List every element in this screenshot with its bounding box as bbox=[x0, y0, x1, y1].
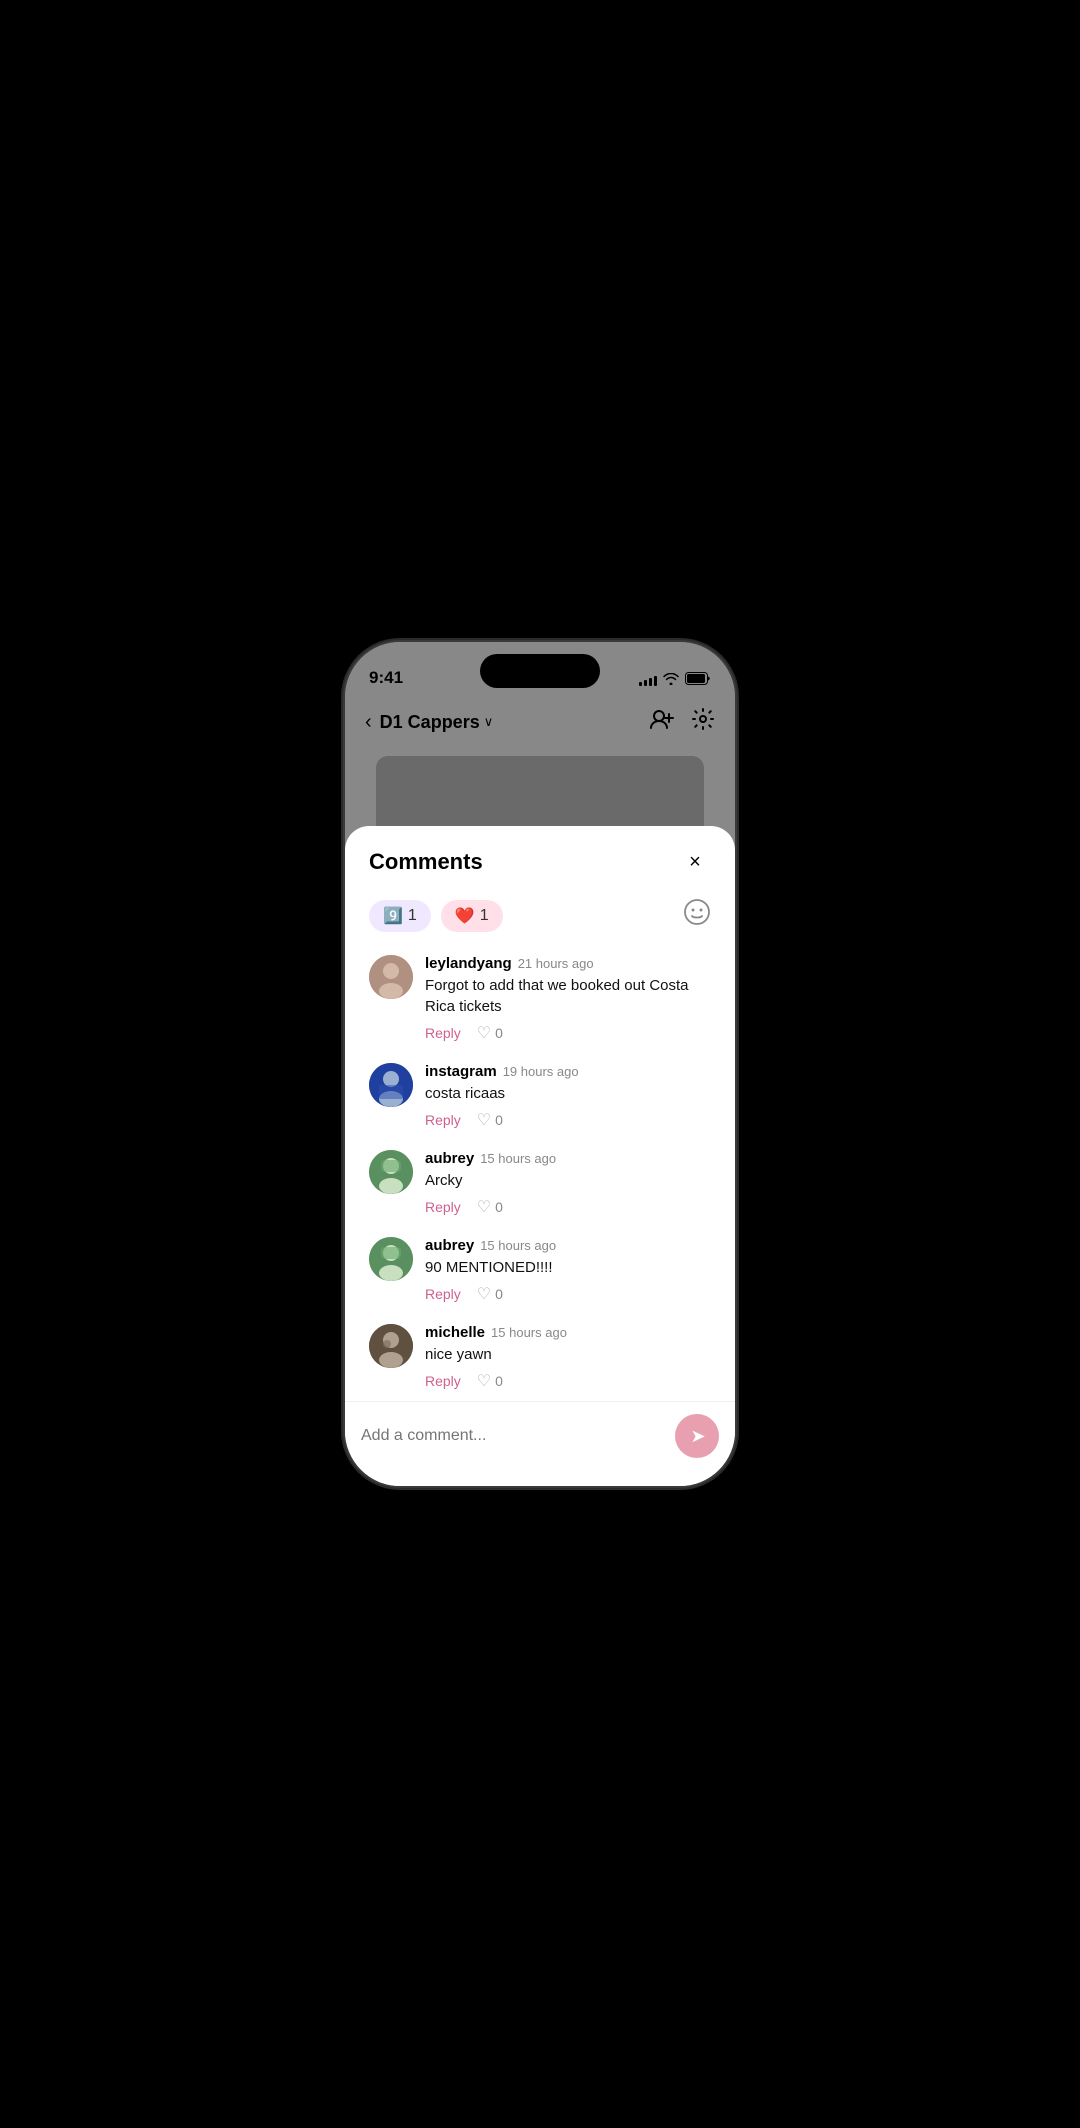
close-icon: × bbox=[689, 851, 701, 874]
app-header: ‹ D1 Cappers ∨ bbox=[345, 696, 735, 748]
avatar bbox=[369, 955, 413, 999]
reply-button[interactable]: Reply bbox=[425, 1286, 461, 1302]
comment-time: 15 hours ago bbox=[480, 1238, 556, 1253]
comment-meta: instagram 19 hours ago bbox=[425, 1063, 711, 1080]
comment-actions: Reply ♡ 0 bbox=[425, 1371, 711, 1391]
comments-list: leylandyang 21 hours ago Forgot to add t… bbox=[345, 945, 735, 1401]
comment-time: 21 hours ago bbox=[518, 956, 594, 971]
heart-count: 1 bbox=[480, 907, 489, 925]
comment-body: instagram 19 hours ago costa ricaas Repl… bbox=[425, 1063, 711, 1130]
comment-username: michelle bbox=[425, 1324, 485, 1341]
like-count: 0 bbox=[495, 1199, 503, 1215]
reply-button[interactable]: Reply bbox=[425, 1199, 461, 1215]
number-emoji: 9️⃣ bbox=[383, 906, 403, 926]
comment-time: 19 hours ago bbox=[503, 1064, 579, 1079]
channel-name: D1 Cappers bbox=[380, 712, 480, 733]
comment-meta: aubrey 15 hours ago bbox=[425, 1150, 711, 1167]
reaction-number-badge[interactable]: 9️⃣ 1 bbox=[369, 900, 431, 932]
comment-meta: aubrey 15 hours ago bbox=[425, 1237, 711, 1254]
close-button[interactable]: × bbox=[679, 846, 711, 878]
emoji-picker-button[interactable] bbox=[683, 898, 711, 933]
comment-meta: michelle 15 hours ago bbox=[425, 1324, 711, 1341]
channel-title[interactable]: D1 Cappers ∨ bbox=[380, 712, 494, 733]
comment-text: Forgot to add that we booked out Costa R… bbox=[425, 975, 711, 1017]
comment-username: aubrey bbox=[425, 1237, 474, 1254]
comment-item: aubrey 15 hours ago Arcky Reply ♡ 0 bbox=[369, 1140, 711, 1227]
status-time: 9:41 bbox=[369, 668, 403, 688]
comment-text: nice yawn bbox=[425, 1344, 711, 1365]
comments-sheet: Comments × 9️⃣ 1 ❤️ 1 bbox=[345, 826, 735, 1486]
send-icon: ➤ bbox=[690, 1426, 705, 1447]
like-action[interactable]: ♡ 0 bbox=[477, 1023, 503, 1043]
comment-item: instagram 19 hours ago costa ricaas Repl… bbox=[369, 1053, 711, 1140]
phone-frame: 9:41 bbox=[345, 642, 735, 1486]
like-action[interactable]: ♡ 0 bbox=[477, 1197, 503, 1217]
heart-icon: ♡ bbox=[477, 1023, 491, 1043]
sheet-title: Comments bbox=[369, 849, 483, 875]
comment-time: 15 hours ago bbox=[480, 1151, 556, 1166]
comment-username: aubrey bbox=[425, 1150, 474, 1167]
avatar bbox=[369, 1324, 413, 1368]
add-person-icon[interactable] bbox=[649, 708, 675, 736]
wifi-icon bbox=[663, 673, 679, 688]
comment-item: michelle 15 hours ago nice yawn Reply ♡ … bbox=[369, 1314, 711, 1401]
comment-username: leylandyang bbox=[425, 955, 512, 972]
comment-item: aubrey 15 hours ago 90 MENTIONED!!!! Rep… bbox=[369, 1227, 711, 1314]
like-action[interactable]: ♡ 0 bbox=[477, 1110, 503, 1130]
comment-input-row: ➤ bbox=[345, 1401, 735, 1486]
back-button[interactable]: ‹ bbox=[365, 711, 372, 734]
sheet-header: Comments × bbox=[345, 826, 735, 890]
like-count: 0 bbox=[495, 1112, 503, 1128]
comment-body: aubrey 15 hours ago 90 MENTIONED!!!! Rep… bbox=[425, 1237, 711, 1304]
like-count: 0 bbox=[495, 1373, 503, 1389]
like-action[interactable]: ♡ 0 bbox=[477, 1371, 503, 1391]
reactions-left: 9️⃣ 1 ❤️ 1 bbox=[369, 900, 503, 932]
reply-button[interactable]: Reply bbox=[425, 1112, 461, 1128]
battery-icon bbox=[685, 672, 711, 688]
avatar bbox=[369, 1237, 413, 1281]
dynamic-island bbox=[480, 654, 600, 688]
like-action[interactable]: ♡ 0 bbox=[477, 1284, 503, 1304]
heart-emoji: ❤️ bbox=[455, 906, 475, 926]
comment-time: 15 hours ago bbox=[491, 1325, 567, 1340]
header-left: ‹ D1 Cappers ∨ bbox=[365, 711, 493, 734]
comment-body: leylandyang 21 hours ago Forgot to add t… bbox=[425, 955, 711, 1043]
comment-body: aubrey 15 hours ago Arcky Reply ♡ 0 bbox=[425, 1150, 711, 1217]
comment-text: Arcky bbox=[425, 1170, 711, 1191]
comment-username: instagram bbox=[425, 1063, 497, 1080]
reply-button[interactable]: Reply bbox=[425, 1373, 461, 1389]
settings-icon[interactable] bbox=[691, 707, 715, 737]
reaction-heart-badge[interactable]: ❤️ 1 bbox=[441, 900, 503, 932]
comment-text: costa ricaas bbox=[425, 1083, 711, 1104]
signal-icon bbox=[639, 674, 657, 686]
number-count: 1 bbox=[408, 907, 417, 925]
avatar bbox=[369, 1063, 413, 1107]
status-icons bbox=[639, 672, 711, 688]
comment-text: 90 MENTIONED!!!! bbox=[425, 1257, 711, 1278]
chevron-down-icon: ∨ bbox=[484, 714, 494, 730]
like-count: 0 bbox=[495, 1025, 503, 1041]
like-count: 0 bbox=[495, 1286, 503, 1302]
reactions-row: 9️⃣ 1 ❤️ 1 bbox=[345, 890, 735, 945]
heart-icon: ♡ bbox=[477, 1284, 491, 1304]
comment-item: leylandyang 21 hours ago Forgot to add t… bbox=[369, 945, 711, 1053]
comment-actions: Reply ♡ 0 bbox=[425, 1110, 711, 1130]
heart-icon: ♡ bbox=[477, 1197, 491, 1217]
comment-actions: Reply ♡ 0 bbox=[425, 1197, 711, 1217]
comment-input[interactable] bbox=[361, 1427, 663, 1445]
comment-actions: Reply ♡ 0 bbox=[425, 1284, 711, 1304]
comment-body: michelle 15 hours ago nice yawn Reply ♡ … bbox=[425, 1324, 711, 1391]
avatar bbox=[369, 1150, 413, 1194]
reply-button[interactable]: Reply bbox=[425, 1025, 461, 1041]
header-right bbox=[649, 707, 715, 737]
send-button[interactable]: ➤ bbox=[675, 1414, 719, 1458]
comment-actions: Reply ♡ 0 bbox=[425, 1023, 711, 1043]
heart-icon: ♡ bbox=[477, 1371, 491, 1391]
comment-meta: leylandyang 21 hours ago bbox=[425, 955, 711, 972]
heart-icon: ♡ bbox=[477, 1110, 491, 1130]
phone-screen: 9:41 bbox=[345, 642, 735, 1486]
